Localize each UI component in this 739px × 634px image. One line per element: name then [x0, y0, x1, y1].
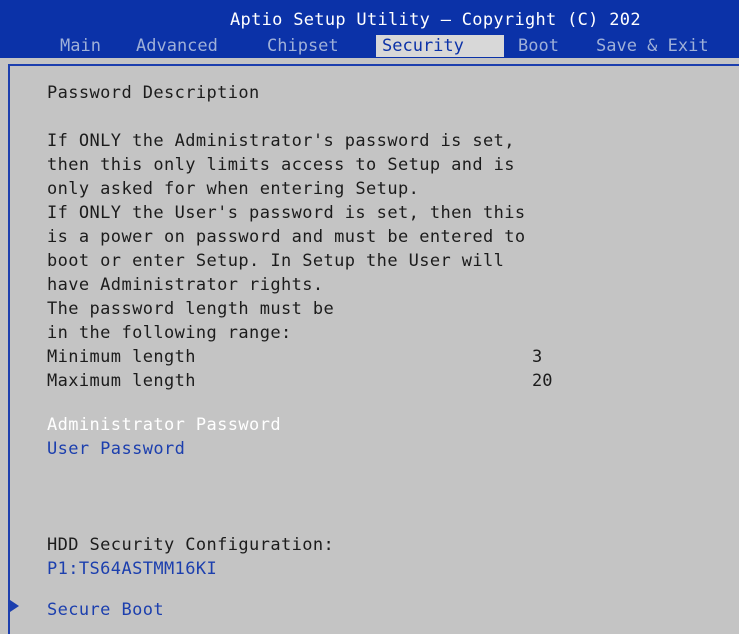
min-length-label: Minimum length	[47, 347, 196, 367]
description-line: only asked for when entering Setup.	[47, 179, 420, 199]
min-length-value: 3	[532, 347, 543, 367]
description-line: in the following range:	[47, 323, 292, 343]
administrator-password-item[interactable]: Administrator Password	[47, 415, 281, 435]
description-line: boot or enter Setup. In Setup the User w…	[47, 251, 505, 271]
description-line: have Administrator rights.	[47, 275, 324, 295]
tab-security[interactable]: Security	[376, 35, 504, 57]
header-bar: Aptio Setup Utility – Copyright (C) 202 …	[0, 0, 739, 58]
user-password-item[interactable]: User Password	[47, 439, 185, 459]
description-heading: Password Description	[47, 83, 260, 103]
description-line: The password length must be	[47, 299, 335, 319]
max-length-value: 20	[532, 371, 553, 391]
window-title: Aptio Setup Utility – Copyright (C) 202	[230, 10, 641, 30]
description-line: If ONLY the Administrator's password is …	[47, 131, 515, 151]
hdd-device-item[interactable]: P1:TS64ASTMM16KI	[47, 559, 217, 579]
tab-chipset[interactable]: Chipset	[261, 35, 345, 57]
max-length-label: Maximum length	[47, 371, 196, 391]
description-line: then this only limits access to Setup an…	[47, 155, 515, 175]
submenu-arrow-icon	[10, 600, 19, 612]
description-line: If ONLY the User's password is set, then…	[47, 203, 526, 223]
secure-boot-item[interactable]: Secure Boot	[47, 600, 164, 620]
tab-advanced[interactable]: Advanced	[130, 35, 224, 57]
tab-boot[interactable]: Boot	[512, 35, 565, 57]
tab-save-exit[interactable]: Save & Exit	[590, 35, 715, 57]
tab-main[interactable]: Main	[54, 35, 107, 57]
hdd-security-heading: HDD Security Configuration:	[47, 535, 335, 555]
description-line: is a power on password and must be enter…	[47, 227, 526, 247]
